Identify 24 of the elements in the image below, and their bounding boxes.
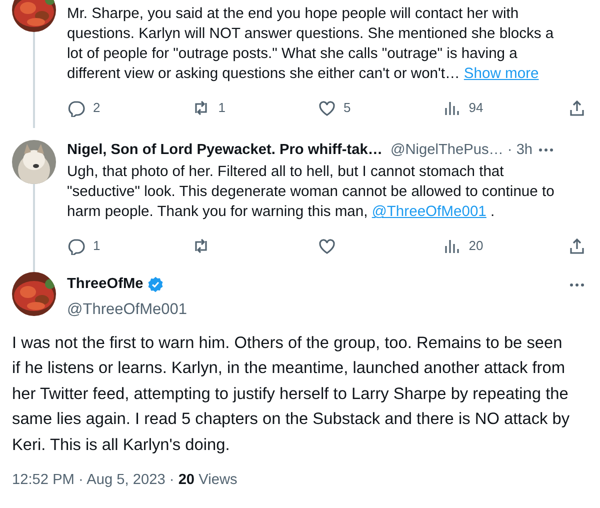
replie-count: 2 — [93, 99, 100, 117]
post-timestamp: 12:52 PM · Aug 5, 2023 · — [12, 472, 176, 488]
share-icon[interactable] — [568, 98, 586, 117]
views-label: Views — [198, 472, 238, 488]
reply-icon[interactable] — [67, 98, 85, 117]
like-icon[interactable] — [318, 237, 336, 256]
view-count: 94 — [468, 99, 484, 117]
view-count: 20 — [468, 237, 484, 256]
post-text: I was not the first to warn him. Others of the group, too. Remains to be seen if he listens or learns. Karlyn, in the meantime, launched another attack from her Twitter feed, attempting to justify herself to Larry Sharpe by repeating the same lies again. I read 5 chapters on the Substack and there is NO attack by Keri. This is all Karlyn's doing. — [11, 333, 571, 456]
user-name[interactable]: ThreeOfMe — [67, 274, 144, 296]
user-handle[interactable]: @ThreeOfMe001 — [67, 298, 586, 322]
post-time: · 3h — [507, 140, 533, 160]
view-count: 20 — [178, 472, 195, 488]
replie-count: 1 — [93, 237, 100, 256]
like-icon[interactable] — [318, 98, 336, 117]
reply-text: Mr. Sharpe, you said at the end you hope people will contact her with questions. Karlyn will NOT answer questions. She mentioned she blocks a lot of people for "outrage posts." What she calls "outrage" is having a different view or asking questions she either can't or won't… Show more — [67, 5, 555, 84]
reply-text: Ugh, that photo of her. Filtered all to hell, but I cannot stomach that "seductive" look. This degenerate woman cannot be allowed to continue to harm people. Thank you for warning this man, @ThreeOfMe001 . — [67, 163, 556, 222]
reply-icon[interactable] — [67, 237, 85, 256]
user-handle[interactable]: @NigelThePus… — [390, 140, 504, 162]
share-icon[interactable] — [568, 237, 586, 256]
like-count: 5 — [344, 99, 351, 117]
user-name[interactable]: Nigel, Son of Lord Pyewacket. Pro whiff-tak… — [67, 140, 382, 162]
repost-count: 1 — [218, 99, 226, 117]
views-icon[interactable] — [442, 237, 461, 256]
